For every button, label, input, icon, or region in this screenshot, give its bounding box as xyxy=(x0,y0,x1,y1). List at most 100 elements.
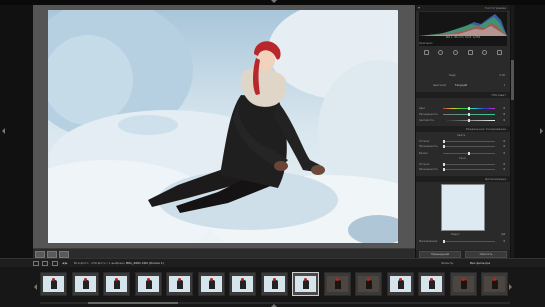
highlights-row: Света xyxy=(419,134,507,138)
hsl-lum-row[interactable]: Светимость 0 xyxy=(419,118,507,123)
detail-masking-row[interactable]: Маскирование 0 xyxy=(419,239,507,244)
filmstrip-thumbnail[interactable] xyxy=(166,272,193,296)
detail-radius-row[interactable]: Радиус 1,0 xyxy=(419,232,507,237)
filmstrip-thumbnail[interactable] xyxy=(197,272,225,296)
detail-radius-label: Радиус xyxy=(451,233,460,236)
before-after-button[interactable] xyxy=(47,251,57,258)
monitor-1-icon[interactable] xyxy=(33,261,39,266)
profile-label: Цветовой xyxy=(433,84,447,87)
balance-row[interactable]: Баланс 0 xyxy=(419,151,507,156)
filmstrip-thumbnail[interactable] xyxy=(134,272,162,296)
radial-filter-icon[interactable] xyxy=(482,49,488,55)
thumbnail-hair xyxy=(272,278,276,281)
left-panel-toggle-icon[interactable] xyxy=(2,128,5,134)
thumbnail-figure xyxy=(334,280,341,289)
filmstrip-thumbnail[interactable] xyxy=(481,272,508,296)
filmstrip-thumbnail[interactable] xyxy=(292,272,319,296)
main-photo[interactable] xyxy=(48,10,398,243)
filmstrip-thumbnail[interactable] xyxy=(260,272,288,296)
monitor-2-icon[interactable] xyxy=(42,261,48,266)
shadows-sat-track[interactable] xyxy=(443,168,495,171)
thumbnail-figure xyxy=(145,280,152,289)
reset-button[interactable]: Сбросить xyxy=(465,251,507,258)
hsl-header[interactable]: HSL Цвет xyxy=(416,92,510,98)
hsl-sat-row[interactable]: Насыщенность 0 xyxy=(419,112,507,117)
slider-knob[interactable] xyxy=(468,107,470,110)
iso-value: ISO 1 xyxy=(445,36,453,39)
grid-view-icon[interactable] xyxy=(52,261,58,266)
original-photo-row[interactable]: Оригинал xyxy=(419,42,507,46)
slider-knob[interactable] xyxy=(468,152,470,155)
hsl-hue-label: Цвет xyxy=(419,107,426,110)
crop-tool-icon[interactable] xyxy=(423,49,429,55)
sat-slider-track[interactable] xyxy=(443,113,495,116)
detail-header[interactable]: Детализация xyxy=(416,176,510,182)
filmstrip-thumbnail[interactable] xyxy=(386,272,414,296)
filmstrip-thumbnail[interactable] xyxy=(71,272,99,296)
detail-radius-value: 1,0 xyxy=(501,233,505,236)
slider-knob[interactable] xyxy=(468,113,470,116)
slider-knob[interactable] xyxy=(468,119,470,122)
hsl-lum-label: Светимость xyxy=(419,119,434,122)
slider-knob[interactable] xyxy=(443,140,445,143)
red-eye-icon[interactable] xyxy=(453,49,459,55)
focal-value: 85 mm xyxy=(454,36,464,39)
slider-knob[interactable] xyxy=(443,145,445,148)
panel-bottom-buttons: Предыдущий Сбросить xyxy=(416,250,510,258)
thumbnail-figure xyxy=(82,280,89,289)
filmstrip-thumbnail[interactable] xyxy=(323,272,351,296)
slider-knob[interactable] xyxy=(443,240,445,243)
hsl-hue-row[interactable]: Цвет 0 xyxy=(419,106,507,111)
highlights-sat-row[interactable]: Насыщенность 0 xyxy=(419,144,507,149)
thumbnail-figure xyxy=(51,280,57,289)
highlights-hue-track[interactable] xyxy=(443,140,495,143)
filmstrip-thumbnail[interactable] xyxy=(418,272,445,296)
filmstrip-thumbnail[interactable] xyxy=(449,272,477,296)
shadows-hue-track[interactable] xyxy=(443,163,495,166)
top-panel-toggle-icon[interactable] xyxy=(271,0,277,3)
right-panel-scrollbar[interactable] xyxy=(511,5,514,258)
filmstrip[interactable] xyxy=(0,267,545,307)
spot-removal-icon[interactable] xyxy=(438,49,444,55)
filmstrip-scroll-right-icon[interactable] xyxy=(509,284,512,290)
thumbnail-figure xyxy=(397,280,404,289)
adjustment-brush-icon[interactable] xyxy=(497,49,503,55)
graduated-filter-icon[interactable] xyxy=(467,49,473,55)
profile-row[interactable]: Цветовой Текущий ▾ xyxy=(419,84,507,88)
thumbnail-hair xyxy=(241,278,244,281)
filmstrip-thumbnail[interactable] xyxy=(40,272,67,296)
histogram-header[interactable]: Гистограмма xyxy=(416,5,510,11)
thumbnail-hair xyxy=(178,278,181,281)
masking-track[interactable] xyxy=(443,240,495,243)
filmstrip-scroll-left-icon[interactable] xyxy=(34,284,37,290)
thumbnail-hair xyxy=(146,278,150,281)
slider-knob[interactable] xyxy=(443,163,445,166)
detail-masking-value: 0 xyxy=(503,240,505,243)
shutter-value: 1/250 xyxy=(472,36,481,39)
thumbnail-hair xyxy=(83,278,87,281)
split-toning-header[interactable]: Раздельное тонирование xyxy=(416,126,510,132)
compare-view-button[interactable] xyxy=(59,251,69,258)
slider-knob[interactable] xyxy=(443,168,445,171)
lum-slider-track[interactable] xyxy=(443,119,495,122)
right-edge-toggle-icon[interactable] xyxy=(540,128,543,134)
thumbnail-figure xyxy=(429,280,435,289)
filmstrip-scrollbar-thumb[interactable] xyxy=(88,302,178,304)
split-toning-title: Раздельное тонирование xyxy=(465,127,506,131)
detail-preview-window[interactable] xyxy=(441,184,485,231)
loupe-view-button[interactable] xyxy=(35,251,45,258)
hue-slider-track[interactable] xyxy=(443,107,495,110)
filmstrip-thumbnail[interactable] xyxy=(103,272,130,296)
shadows-sat-value: 0 xyxy=(503,168,505,171)
dropdown-chevron-icon[interactable]: ▾ xyxy=(504,84,505,88)
crop-row[interactable]: Кадр 0,00 xyxy=(419,74,507,78)
thumbnail-hair xyxy=(367,278,370,281)
filmstrip-thumbnail[interactable] xyxy=(355,272,382,296)
filmstrip-thumbnail[interactable] xyxy=(229,272,256,296)
previous-button[interactable]: Предыдущий xyxy=(419,251,461,258)
thumbnail-figure xyxy=(208,280,215,289)
highlights-sat-track[interactable] xyxy=(443,145,495,148)
balance-track[interactable] xyxy=(443,152,495,155)
right-panel-scrollbar-thumb[interactable] xyxy=(511,60,514,100)
shadows-sat-row[interactable]: Насыщенность 0 xyxy=(419,167,507,172)
